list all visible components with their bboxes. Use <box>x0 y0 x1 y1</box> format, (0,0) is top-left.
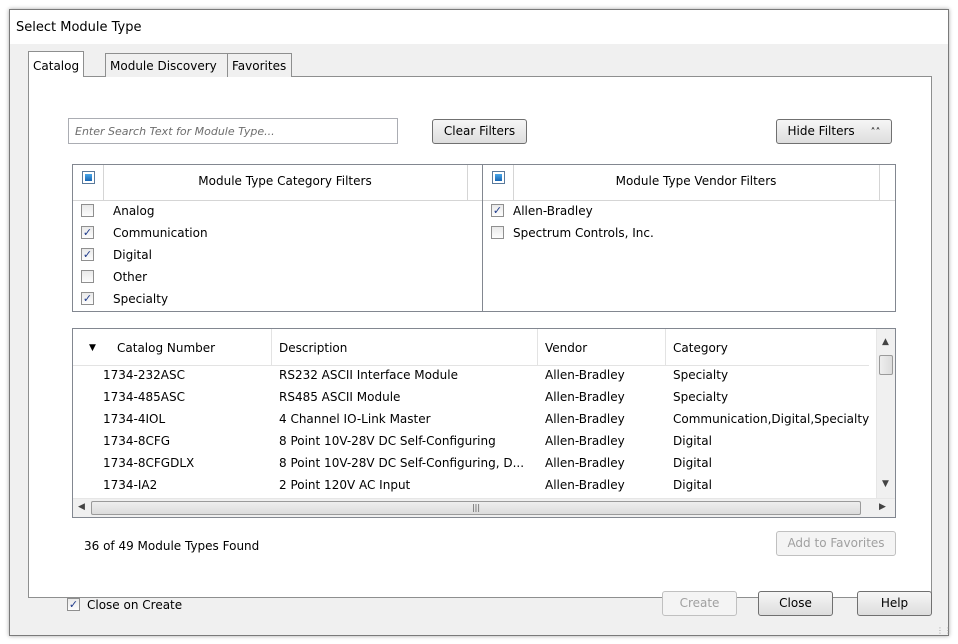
create-label: Create <box>679 596 720 610</box>
table-cell: 1734-IA2 <box>103 478 158 492</box>
tab-catalog[interactable]: Catalog <box>28 51 84 77</box>
column-divider[interactable] <box>271 329 272 365</box>
modules-found-status: 36 of 49 Module Types Found <box>84 539 260 553</box>
table-cell: Allen-Bradley <box>545 390 625 404</box>
table-cell: 1734-4IOL <box>103 412 166 426</box>
help-button[interactable]: Help <box>857 591 932 616</box>
vendor-filters-header: Module Type Vendor Filters <box>483 165 895 201</box>
double-chevron-up-icon: ˄˄ <box>870 127 881 138</box>
table-cell: Communication,Digital,Specialty <box>673 412 869 426</box>
vendor-filters-title: Module Type Vendor Filters <box>615 174 777 188</box>
category-filter-label: Specialty <box>113 292 169 306</box>
table-row[interactable]: 1734-8CFGDLX 8 Point 10V-28V DC Self-Conf… <box>73 453 869 475</box>
create-button[interactable]: Create <box>662 591 737 616</box>
table-cell: Allen-Bradley <box>545 456 625 470</box>
table-cell: RS485 ASCII Module <box>279 390 401 404</box>
category-filters-title: Module Type Category Filters <box>198 174 372 188</box>
scroll-right-arrow-icon[interactable]: ▶ <box>879 502 886 512</box>
category-select-all-checkbox[interactable] <box>82 171 95 184</box>
table-row[interactable]: 1734-232ASC RS232 ASCII Interface Module A… <box>73 365 869 387</box>
scroll-left-arrow-icon[interactable]: ◀ <box>78 502 85 512</box>
tab-catalog-label: Catalog <box>33 59 80 73</box>
clear-filters-label: Clear Filters <box>443 124 516 138</box>
table-cell: Allen-Bradley <box>545 434 625 448</box>
column-header-description[interactable]: Description <box>279 341 347 355</box>
vendor-filter-label: Allen-Bradley <box>513 204 593 218</box>
vendor-select-all-checkbox[interactable] <box>492 171 505 184</box>
table-cell: Digital <box>673 434 712 448</box>
allen-bradley-checkbox[interactable]: ✓ <box>491 204 504 217</box>
vertical-scroll-thumb[interactable] <box>879 355 893 375</box>
tab-favorites-label: Favorites <box>232 59 287 73</box>
table-cell: Digital <box>673 456 712 470</box>
horizontal-scrollbar[interactable]: ◀ ||| ▶ <box>73 498 895 517</box>
clear-filters-button[interactable]: Clear Filters <box>432 119 527 144</box>
table-cell: Specialty <box>673 368 729 382</box>
table-cell: Allen-Bradley <box>545 368 625 382</box>
other-checkbox[interactable] <box>81 270 94 283</box>
close-button[interactable]: Close <box>758 591 833 616</box>
spectrum-controls-checkbox[interactable] <box>491 226 504 239</box>
header-divider <box>467 165 468 200</box>
table-cell: Specialty <box>673 390 729 404</box>
table-cell: Digital <box>673 478 712 492</box>
tab-module-discovery-label: Module Discovery <box>110 59 217 73</box>
horizontal-scroll-thumb[interactable]: ||| <box>91 501 861 515</box>
category-filters-panel: Module Type Category Filters Analog ✓ Com… <box>72 164 484 312</box>
column-header-vendor[interactable]: Vendor <box>545 341 587 355</box>
table-cell: 2 Point 120V AC Input <box>279 478 411 492</box>
digital-checkbox[interactable]: ✓ <box>81 248 94 261</box>
close-on-create-label: Close on Create <box>87 598 183 612</box>
table-cell: 1734-485ASC <box>103 390 185 404</box>
grid-rows: 1734-232ASC RS232 ASCII Interface Module A… <box>73 365 869 497</box>
header-divider <box>879 165 880 200</box>
vertical-scrollbar[interactable]: ▲ ▼ <box>876 329 895 499</box>
resize-grip-icon[interactable]: ⋮⋮ <box>936 626 952 635</box>
table-row[interactable]: 1734-8CFG 8 Point 10V-28V DC Self-Configu… <box>73 431 869 453</box>
scroll-down-arrow-icon[interactable]: ▼ <box>882 479 889 489</box>
vendor-filters-panel: Module Type Vendor Filters ✓ Allen-Bradle… <box>482 164 896 312</box>
sort-descending-triangle-icon[interactable]: ▼ <box>89 343 96 353</box>
help-label: Help <box>880 596 909 610</box>
category-filters-header: Module Type Category Filters <box>73 165 483 201</box>
table-cell: Allen-Bradley <box>545 478 625 492</box>
hide-filters-label: Hide Filters <box>787 124 855 138</box>
category-filter-label: Other <box>113 270 148 284</box>
category-filter-label: Digital <box>113 248 152 262</box>
column-header-category[interactable]: Category <box>673 341 728 355</box>
tab-favorites[interactable]: Favorites <box>227 53 292 77</box>
table-cell: RS232 ASCII Interface Module <box>279 368 458 382</box>
add-to-favorites-label: Add to Favorites <box>787 536 885 550</box>
table-cell: Allen-Bradley <box>545 412 625 426</box>
close-label: Close <box>779 596 812 610</box>
category-filter-label: Communication <box>113 226 208 240</box>
category-filter-label: Analog <box>113 204 155 218</box>
scroll-up-arrow-icon[interactable]: ▲ <box>882 337 889 347</box>
table-cell: 1734-8CFG <box>103 434 171 448</box>
table-cell: 4 Channel IO-Link Master <box>279 412 431 426</box>
column-divider[interactable] <box>665 329 666 365</box>
grip-lines-icon: ||| <box>471 503 481 512</box>
add-to-favorites-button[interactable]: Add to Favorites <box>776 531 896 556</box>
window-title: Select Module Type <box>16 20 142 35</box>
column-header-catalog-number[interactable]: Catalog Number <box>117 341 215 355</box>
grid-header: ▼ Catalog Number Description Vendor Cate… <box>73 329 869 366</box>
search-input[interactable] <box>68 118 398 144</box>
analog-checkbox[interactable] <box>81 204 94 217</box>
column-divider[interactable] <box>537 329 538 365</box>
table-row[interactable]: 1734-IA2 2 Point 120V AC Input Allen-Bradl… <box>73 475 869 497</box>
title-bar[interactable]: Select Module Type <box>10 10 948 44</box>
hide-filters-button[interactable]: Hide Filters ˄˄ <box>776 119 892 144</box>
communication-checkbox[interactable]: ✓ <box>81 226 94 239</box>
close-on-create-checkbox[interactable]: ✓ <box>67 598 80 611</box>
table-cell: 1734-232ASC <box>103 368 185 382</box>
table-cell: 8 Point 10V-28V DC Self-Configuring <box>279 434 496 448</box>
vendor-filter-label: Spectrum Controls, Inc. <box>513 226 654 240</box>
table-cell: 1734-8CFGDLX <box>103 456 195 470</box>
table-row[interactable]: 1734-485ASC RS485 ASCII Module Allen-Bradl… <box>73 387 869 409</box>
table-cell: 8 Point 10V-28V DC Self-Configuring, D..… <box>279 456 525 470</box>
specialty-checkbox[interactable]: ✓ <box>81 292 94 305</box>
table-row[interactable]: 1734-4IOL 4 Channel IO-Link Master Allen-B… <box>73 409 869 431</box>
module-results-grid: ▼ Catalog Number Description Vendor Cate… <box>72 328 896 518</box>
